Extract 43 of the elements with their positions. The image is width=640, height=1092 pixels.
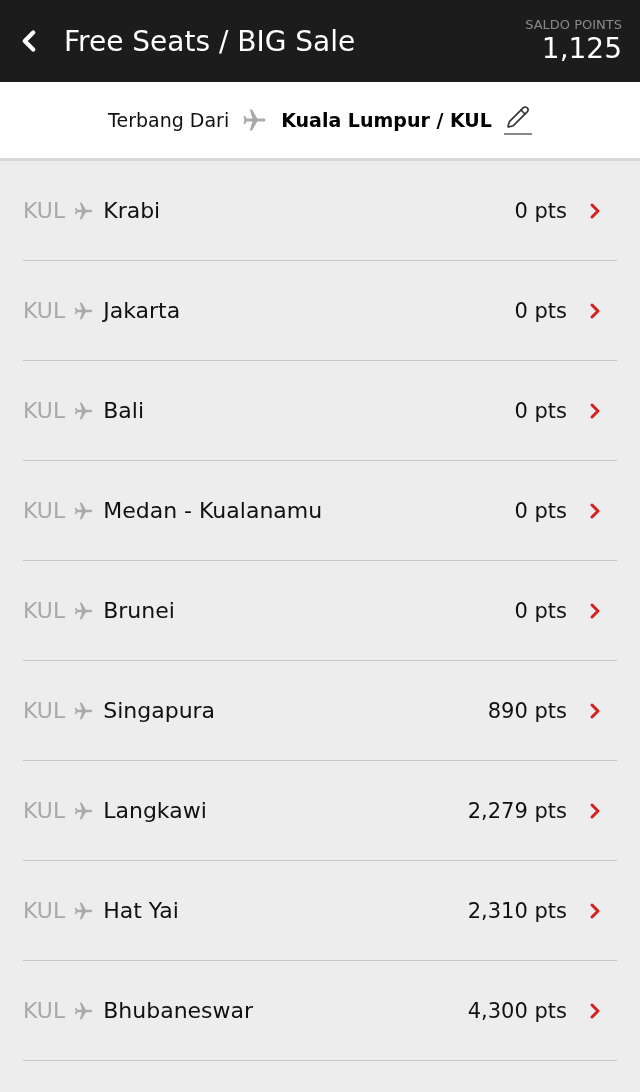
destination-name: Hat Yai: [103, 898, 180, 923]
points-cost: 2,279 pts: [467, 798, 567, 823]
destination-name: Brunei: [103, 598, 176, 623]
points-cost: 2,310 pts: [467, 898, 567, 923]
origin-code: KUL: [23, 198, 66, 223]
route-row[interactable]: KUL Bhubaneswar 4,300 pts: [23, 961, 617, 1061]
origin-label: Terbang Dari: [108, 109, 230, 131]
points-cost: 0 pts: [514, 198, 567, 223]
route-row[interactable]: KUL Singapura 890 pts: [23, 661, 617, 761]
origin-code: KUL: [23, 398, 66, 423]
origin-city: Kuala Lumpur / KUL: [281, 109, 492, 131]
origin-code: KUL: [23, 698, 66, 723]
destination-name: Langkawi: [103, 798, 208, 823]
route-row[interactable]: KUL Krabi 0 pts: [23, 161, 617, 261]
origin-code: KUL: [23, 298, 66, 323]
points-cost: 0 pts: [514, 598, 567, 623]
points-cost: 890 pts: [487, 698, 567, 723]
route-row[interactable]: KUL Jakarta 0 pts: [23, 261, 617, 361]
destination-name: Bali: [103, 398, 145, 423]
edit-button[interactable]: [503, 105, 532, 135]
destination-name: Jakarta: [103, 298, 182, 323]
destination-name: Krabi: [103, 198, 162, 223]
points-cost: 0 pts: [514, 498, 567, 523]
route-row[interactable]: KUL Brunei 0 pts: [23, 561, 617, 661]
route-row[interactable]: KUL Bali 0 pts: [23, 361, 617, 461]
destination-name: Bhubaneswar: [103, 998, 255, 1023]
points-label: SALDO POINTS: [525, 17, 622, 32]
route-row[interactable]: KUL Medan - Kualanamu 0 pts: [23, 461, 617, 561]
points-cost: 0 pts: [514, 398, 567, 423]
route-row[interactable]: KUL Hat Yai 2,310 pts: [23, 861, 617, 961]
points-balance: 1,125: [541, 32, 622, 65]
destination-name: Singapura: [103, 698, 217, 723]
origin-code: KUL: [23, 498, 66, 523]
route-row[interactable]: KUL Langkawi 2,279 pts: [23, 761, 617, 861]
origin-code: KUL: [23, 998, 66, 1023]
page-title: Free Seats / BIG Sale: [64, 24, 357, 58]
pencil-icon[interactable]: [505, 105, 530, 129]
points-cost: 0 pts: [514, 298, 567, 323]
origin-code: KUL: [23, 598, 66, 623]
origin-code: KUL: [23, 898, 66, 923]
origin-code: KUL: [23, 798, 66, 823]
points-cost: 4,300 pts: [467, 998, 567, 1023]
destination-name: Medan - Kualanamu: [103, 498, 324, 523]
